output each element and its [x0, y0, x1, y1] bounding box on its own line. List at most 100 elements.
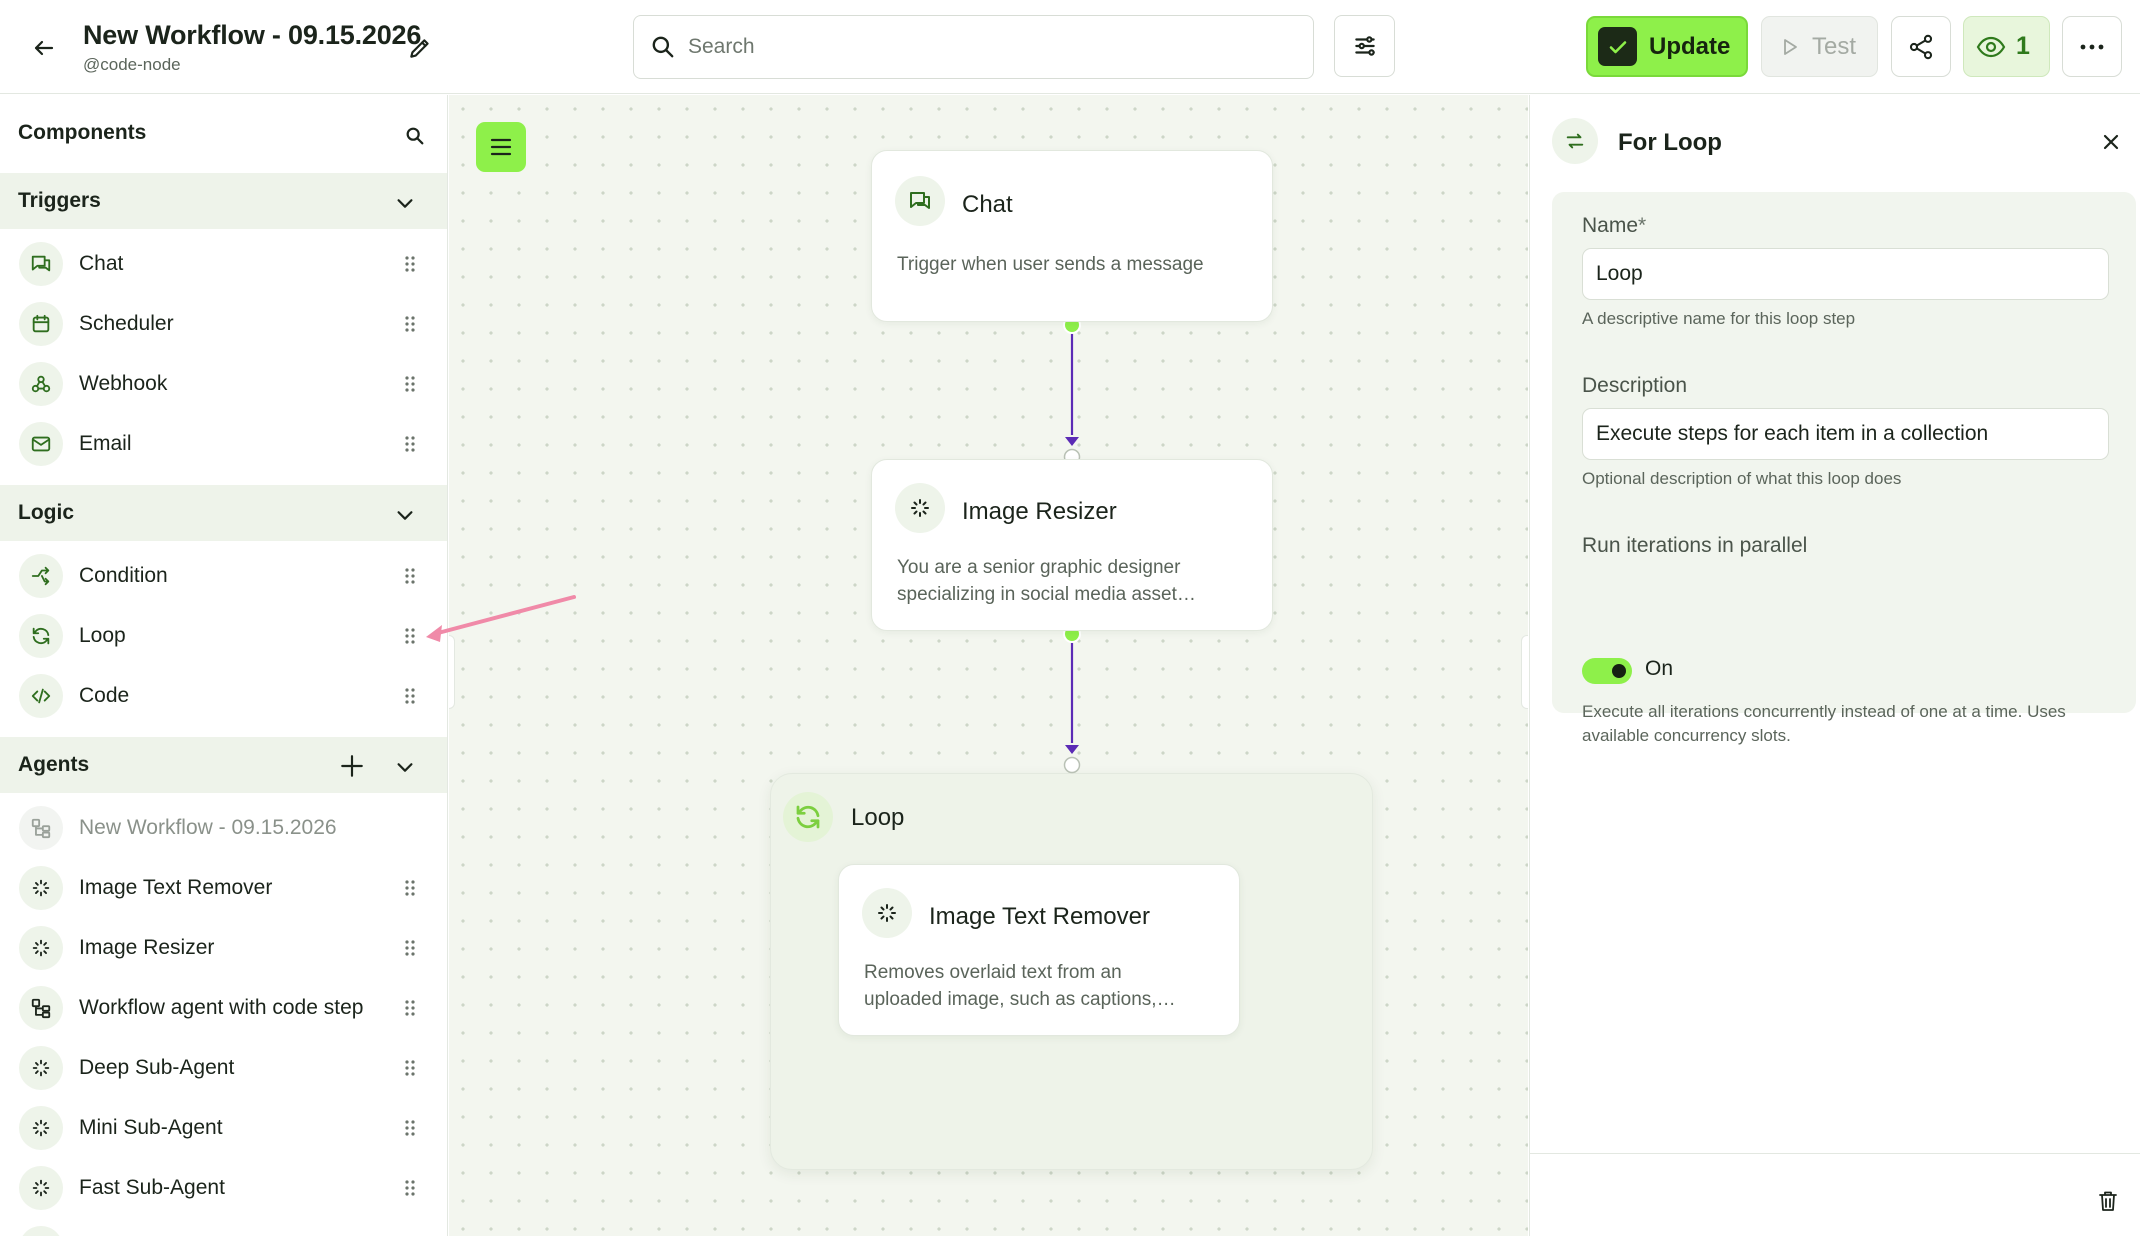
update-label: Update [1649, 32, 1731, 60]
edit-title-button[interactable] [402, 30, 438, 66]
viewers-button[interactable]: 1 [1963, 16, 2050, 77]
canvas-menu-button[interactable] [476, 122, 526, 172]
name-field[interactable] [1582, 248, 2109, 300]
chevron-down-icon[interactable] [391, 753, 419, 781]
node-title: Chat [962, 191, 1013, 218]
sidebar-item-label: Image Text Remover [79, 876, 273, 899]
sidebar-item-chat[interactable]: Chat [0, 234, 447, 294]
panel-footer-divider [1530, 1153, 2140, 1154]
section-label: Logic [18, 501, 74, 524]
search-input[interactable] [688, 35, 1268, 59]
chevron-down-icon[interactable] [391, 189, 419, 217]
sidebar-item-code[interactable]: Code [0, 666, 447, 726]
sidebar-item-email[interactable]: Email [0, 414, 447, 474]
more-horizontal-icon [2080, 44, 2104, 49]
code-icon [19, 674, 63, 718]
parallel-label: Run iterations in parallel [1582, 534, 1808, 557]
sidebar-item-label: New Workflow - 09.15.2026 [79, 816, 337, 839]
sparkle-icon [19, 1046, 63, 1090]
sidebar-item-deep-sub-agent[interactable]: Deep Sub-Agent [0, 1038, 447, 1098]
drag-handle-icon[interactable] [399, 1115, 421, 1141]
sparkle-icon [19, 866, 63, 910]
branch-icon [19, 554, 63, 598]
search-components-button[interactable] [398, 119, 432, 153]
drag-handle-icon[interactable] [399, 623, 421, 649]
sidebar-item-label: Mini Sub-Agent [79, 1116, 223, 1139]
node-image-resizer[interactable]: Image Resizer You are a senior graphic d… [871, 459, 1273, 631]
sliders-icon [1354, 36, 1375, 56]
sidebar-item-webhook[interactable]: Webhook [0, 354, 447, 414]
update-button[interactable]: Update [1586, 16, 1748, 77]
required-marker: * [1638, 214, 1647, 237]
filter-settings-button[interactable] [1334, 15, 1395, 77]
test-button[interactable]: Test [1761, 16, 1878, 77]
chat-icon [19, 242, 63, 286]
sidebar-title: Components [18, 121, 147, 144]
parallel-toggle[interactable] [1582, 658, 1632, 684]
sparkle-icon [895, 483, 945, 533]
section-logic[interactable]: Logic [0, 485, 447, 541]
drag-handle-icon[interactable] [399, 431, 421, 457]
node-chat[interactable]: Chat Trigger when user sends a message [871, 150, 1273, 322]
sidebar-item-mini-sub-agent[interactable]: Mini Sub-Agent [0, 1098, 447, 1158]
drag-handle-icon[interactable] [399, 683, 421, 709]
sidebar-header: Components [0, 95, 447, 173]
parallel-help-text: Execute all iterations concurrently inst… [1582, 702, 2066, 745]
sidebar-item-condition[interactable]: Condition [0, 546, 447, 606]
name-label: Name* [1582, 214, 1647, 237]
chat-icon [895, 176, 945, 226]
close-icon[interactable] [2098, 129, 2124, 155]
top-bar: New Workflow - 09.15.2026 @code-node Upd… [0, 0, 2140, 94]
drag-handle-icon[interactable] [399, 1175, 421, 1201]
calendar-icon [19, 302, 63, 346]
drag-handle-icon[interactable] [399, 371, 421, 397]
section-agents[interactable]: Agents [0, 737, 447, 793]
hamburger-icon [490, 138, 512, 156]
right-panel-resize-handle[interactable] [1521, 635, 1528, 709]
sidebar-item-image-resizer[interactable]: Image Resizer [0, 918, 447, 978]
panel-title: For Loop [1618, 129, 1722, 156]
node-description: Trigger when user sends a message [897, 254, 1204, 275]
test-label: Test [1812, 32, 1857, 60]
drag-handle-icon[interactable] [399, 563, 421, 589]
name-help-text: A descriptive name for this loop step [1582, 309, 1856, 328]
workflow-icon [19, 806, 63, 850]
sparkle-icon [19, 1226, 63, 1236]
drag-handle-icon[interactable] [399, 1055, 421, 1081]
sidebar-item-image-text-remover[interactable]: Image Text Remover [0, 858, 447, 918]
sidebar-item-scheduler[interactable]: Scheduler [0, 294, 447, 354]
drag-handle-icon[interactable] [399, 995, 421, 1021]
trash-icon[interactable] [2094, 1187, 2122, 1215]
properties-panel: For Loop Name* A descriptive name for th… [1529, 95, 2140, 1236]
plus-icon[interactable] [337, 751, 367, 781]
back-button[interactable] [24, 28, 64, 68]
sidebar-item-label: Scheduler [79, 312, 174, 335]
workflow-icon [19, 986, 63, 1030]
workflow-canvas[interactable]: Chat Trigger when user sends a message I… [449, 95, 1528, 1236]
section-triggers[interactable]: Triggers [0, 173, 447, 229]
drag-handle-icon[interactable] [399, 875, 421, 901]
search-icon [406, 127, 424, 145]
mail-icon [19, 422, 63, 466]
node-loop-group[interactable]: Loop Image Text Remover Removes overlaid… [770, 773, 1373, 1170]
drag-handle-icon[interactable] [399, 935, 421, 961]
node-image-text-remover[interactable]: Image Text Remover Removes overlaid text… [838, 864, 1240, 1036]
sidebar-item-fast-sub-agent[interactable]: Fast Sub-Agent [0, 1158, 447, 1218]
search-box[interactable] [633, 15, 1314, 79]
description-field[interactable] [1582, 408, 2109, 460]
toggle-knob [1612, 664, 1626, 678]
left-panel-resize-handle[interactable] [449, 635, 455, 709]
edge-arrowhead [1065, 437, 1079, 446]
chevron-down-icon[interactable] [391, 501, 419, 529]
sidebar-item-label: Image Resizer [79, 936, 215, 959]
sidebar-item-loop[interactable]: Loop [0, 606, 447, 666]
eye-icon [1976, 36, 2006, 57]
sidebar-item-workflow-agent-code[interactable]: Workflow agent with code step [0, 978, 447, 1038]
share-button[interactable] [1891, 16, 1951, 77]
more-options-button[interactable] [2062, 16, 2122, 77]
loop-icon [19, 614, 63, 658]
drag-handle-icon[interactable] [399, 251, 421, 277]
node-title: Image Text Remover [929, 903, 1150, 930]
sidebar-item-partial [0, 1218, 447, 1236]
drag-handle-icon[interactable] [399, 311, 421, 337]
